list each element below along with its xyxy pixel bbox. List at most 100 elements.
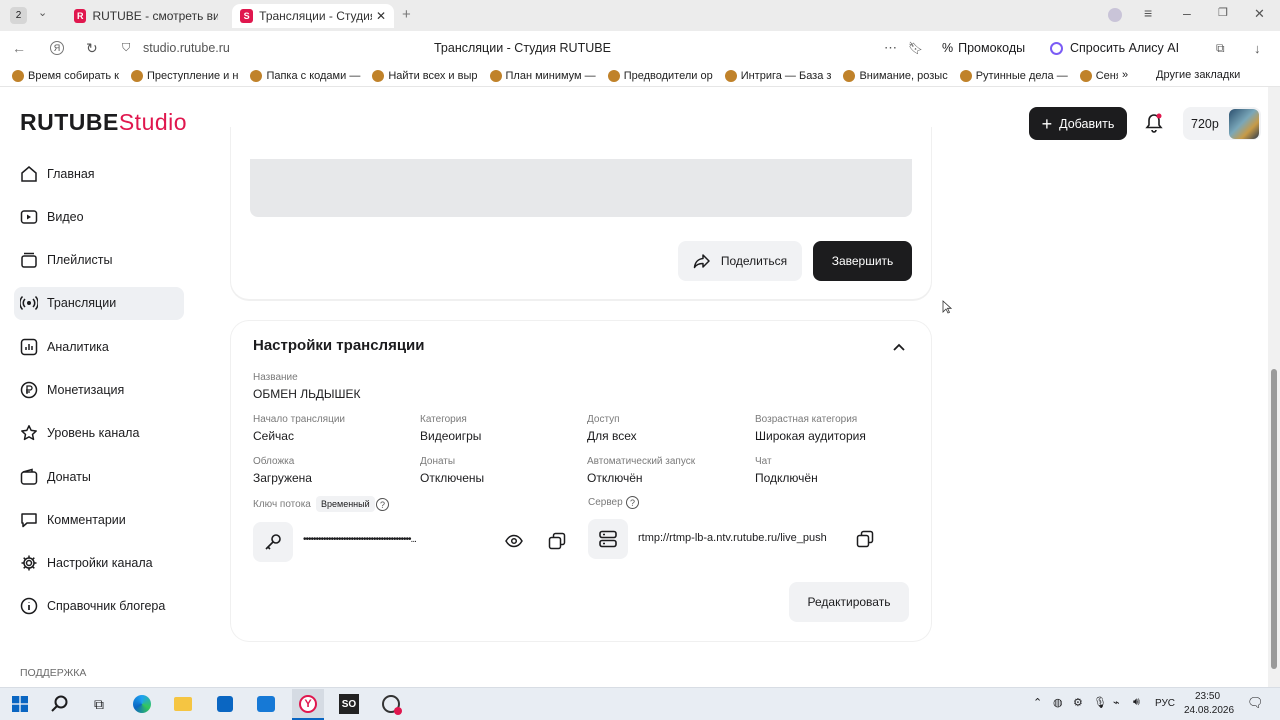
settings-title: Настройки трансляции — [253, 337, 425, 354]
tray-app-icon[interactable]: ◍ — [1053, 696, 1063, 709]
bookmark-item[interactable]: Время собирать к — [12, 69, 119, 82]
ruble-icon — [20, 381, 38, 399]
sidebar-item-3[interactable]: Плейлисты — [14, 244, 184, 277]
help-icon[interactable]: ? — [376, 498, 389, 511]
copy-server-icon[interactable] — [856, 530, 874, 553]
field-value: Отключены — [420, 471, 485, 485]
field-value: Отключён — [587, 471, 643, 485]
profile-icon[interactable] — [1108, 8, 1122, 22]
obs-icon[interactable]: SO — [338, 693, 360, 715]
bookmark-item[interactable]: Сеня — [1079, 69, 1122, 82]
search-icon[interactable] — [49, 693, 71, 715]
sidebar-item-11[interactable]: Справочник блогера — [14, 590, 184, 623]
copy-key-icon[interactable] — [548, 532, 566, 555]
new-tab-icon[interactable]: + — [402, 6, 411, 23]
sidebar-item-8[interactable]: Донаты — [14, 460, 184, 493]
task-view-icon[interactable]: ⧉ — [88, 693, 110, 715]
sidebar-item-5[interactable]: Аналитика — [14, 330, 184, 363]
bookmarks-overflow-icon[interactable]: » — [1118, 69, 1133, 81]
share-button[interactable]: Поделиться — [678, 241, 802, 281]
info-icon — [20, 597, 38, 615]
playlist-icon — [20, 251, 38, 269]
scrollbar-thumb[interactable] — [1271, 369, 1277, 669]
other-bookmarks[interactable]: Другие закладки — [1140, 69, 1257, 81]
close-tab-icon[interactable]: ✕ — [376, 9, 386, 23]
sidebar-item-10[interactable]: Настройки канала — [14, 547, 184, 580]
back-icon[interactable]: ← — [12, 40, 26, 56]
add-button[interactable]: + Добавить — [1029, 107, 1127, 140]
tab-streams[interactable]: S Трансляции - Студия R ✕ — [232, 4, 394, 28]
tab-label: RUTUBE - смотреть виде — [92, 9, 218, 23]
page-scrollbar[interactable] — [1268, 87, 1280, 687]
notification-center-icon[interactable]: 🗨︎ — [1247, 695, 1264, 711]
notifications-bell-icon[interactable] — [1145, 113, 1163, 133]
bookmark-item[interactable]: Найти всех и выр — [372, 69, 478, 82]
video-icon — [20, 208, 38, 226]
field-value: Подключён — [755, 471, 818, 485]
sidebar-item-4[interactable]: Трансляции — [14, 286, 184, 320]
minimize-icon[interactable]: – — [1183, 5, 1191, 21]
more-icon[interactable]: ⋯ — [884, 40, 897, 56]
stream-key-value: ••••••••••••••••••••••••••••••••••••••••… — [303, 534, 417, 545]
sidebar-item-6[interactable]: Монетизация — [14, 373, 184, 406]
network-icon[interactable]: ⌁ — [1113, 696, 1120, 709]
restore-icon[interactable]: ❐ — [1218, 6, 1228, 19]
tray-chevron-icon[interactable]: ⌃ — [1033, 696, 1042, 709]
server-help-icon[interactable]: ? — [626, 496, 639, 509]
avatar[interactable] — [1229, 109, 1259, 139]
clock-time[interactable]: 23:50 — [1195, 691, 1220, 702]
field-label: Возрастная категория — [755, 414, 858, 425]
field-label: Начало трансляции — [253, 414, 345, 425]
alice-button[interactable]: Спросить Алису AI — [1050, 41, 1179, 55]
yandex-icon[interactable]: Я — [50, 41, 64, 55]
bookmark-item[interactable]: План минимум — — [489, 69, 596, 82]
sidebar-item-9[interactable]: Комментарии — [14, 503, 184, 536]
bookmark-item[interactable]: Папка с кодами — — [250, 69, 360, 82]
bookmark-item[interactable]: Интрига — База з — [724, 69, 831, 82]
sidebar-item-7[interactable]: Уровень канала — [14, 417, 184, 450]
tab-list-chevron-icon[interactable]: ⌄ — [38, 6, 47, 19]
file-explorer-icon[interactable] — [172, 693, 194, 715]
bookmark-item[interactable]: Преступление и н — [130, 69, 238, 82]
sidebar-item-2[interactable]: Видео — [14, 200, 184, 233]
microphone-icon[interactable]: 🎙︎ — [1093, 696, 1107, 709]
bookmark-item[interactable]: Предводители ор — [607, 69, 713, 82]
edit-button[interactable]: Редактировать — [789, 582, 909, 622]
bookmark-item[interactable]: Рутинные дела — — [959, 69, 1068, 82]
store-icon[interactable] — [214, 693, 236, 715]
close-window-icon[interactable]: ✕ — [1254, 6, 1265, 22]
bookmark-item[interactable]: Внимание, розыс — [843, 69, 948, 82]
rutube-studio-logo[interactable]: RUTUBEStudio — [20, 109, 187, 136]
promo-button[interactable]: % Промокоды — [942, 41, 1025, 55]
tab-counter[interactable]: 2 — [10, 7, 27, 24]
volume-icon[interactable]: 🔊︎ — [1133, 696, 1140, 709]
field-label: Доступ — [587, 414, 620, 425]
sidebar-item-label: Комментарии — [47, 512, 126, 527]
app-icon[interactable] — [255, 693, 277, 715]
menu-icon[interactable]: ≡ — [1144, 5, 1152, 21]
bookmark-icon[interactable]: 🔖︎ — [908, 41, 923, 55]
key-icon — [253, 522, 293, 562]
reload-icon[interactable]: ↻ — [86, 40, 98, 57]
finish-button[interactable]: Завершить — [813, 241, 912, 281]
sidebar-item-label: Трансляции — [47, 296, 117, 311]
yandex-browser-icon[interactable]: Y — [292, 689, 324, 720]
collapse-chevron-icon[interactable] — [892, 339, 906, 351]
extensions-icon[interactable]: ⧉ — [1216, 41, 1225, 56]
tab-rutube[interactable]: R RUTUBE - смотреть виде — [66, 4, 226, 28]
recording-app-icon[interactable] — [380, 693, 402, 715]
field-label: Обложка — [253, 456, 295, 467]
clock-date[interactable]: 24.08.2026 — [1184, 705, 1234, 716]
download-icon[interactable]: ↓ — [1254, 41, 1261, 56]
windows-start-icon[interactable] — [9, 693, 31, 715]
url-text[interactable]: studio.rutube.ru — [143, 41, 230, 55]
show-key-eye-icon[interactable] — [505, 534, 523, 553]
page-title: Трансляции - Студия RUTUBE — [434, 41, 611, 55]
rutube-favicon-icon: R — [74, 9, 87, 23]
language-indicator[interactable]: РУС — [1155, 698, 1175, 709]
sidebar-item-1[interactable]: Главная — [14, 157, 184, 190]
quality-badge[interactable]: 720р — [1183, 107, 1261, 140]
tray-app-icon[interactable]: ⚙︎ — [1073, 696, 1083, 709]
edge-icon[interactable] — [131, 693, 153, 715]
address-bar: ← Я ↻ ⛉ studio.rutube.ru Трансляции - Ст… — [0, 31, 1280, 65]
